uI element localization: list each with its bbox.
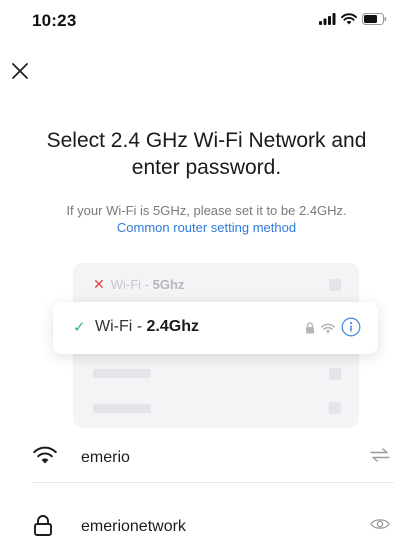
placeholder-square (329, 402, 341, 414)
lock-icon (32, 514, 54, 541)
switch-network-icon[interactable] (370, 448, 390, 467)
placeholder-square (329, 279, 341, 291)
check-icon: ✓ (73, 319, 86, 336)
status-bar: 10:23 (0, 0, 413, 44)
password-value: emerionetwork (81, 518, 186, 535)
network-name: emerio (81, 449, 130, 466)
cross-icon: ✕ (93, 276, 105, 292)
eye-icon[interactable] (370, 517, 390, 536)
illustration-24ghz-prefix: Wi-Fi - (95, 318, 147, 335)
illustration-network-icons (305, 317, 361, 342)
page-title: Select 2.4 GHz Wi-Fi Network and enter p… (46, 129, 367, 179)
password-field[interactable]: emerionetwork (32, 502, 394, 552)
illustration-5ghz-prefix: Wi-Fi - (110, 277, 153, 292)
signal-icon (319, 13, 336, 25)
placeholder-square (329, 368, 341, 380)
close-icon (11, 62, 29, 85)
wifi-icon (32, 445, 58, 470)
wifi-icon (341, 13, 357, 25)
network-field[interactable]: emerio (32, 433, 394, 483)
router-setting-link[interactable]: Common router setting method (0, 219, 413, 236)
illustration-5ghz-row: ✕ Wi-Fi - 5Ghz (93, 276, 184, 293)
info-icon (341, 317, 361, 342)
instruction-text: If your Wi-Fi is 5GHz, please set it to … (66, 203, 347, 218)
status-icons (319, 13, 387, 25)
illustration-5ghz-band: 5Ghz (152, 277, 185, 292)
placeholder-bar (93, 369, 151, 378)
illustration-selected-network: ✓ Wi-Fi - 2.4Ghz (53, 302, 378, 354)
close-button[interactable] (6, 59, 34, 87)
wifi-icon (321, 321, 335, 339)
battery-icon (362, 13, 387, 25)
illustration-24ghz-band: 2.4Ghz (146, 318, 199, 335)
status-time: 10:23 (32, 11, 77, 30)
placeholder-bar (93, 404, 151, 413)
lock-icon (305, 321, 315, 339)
